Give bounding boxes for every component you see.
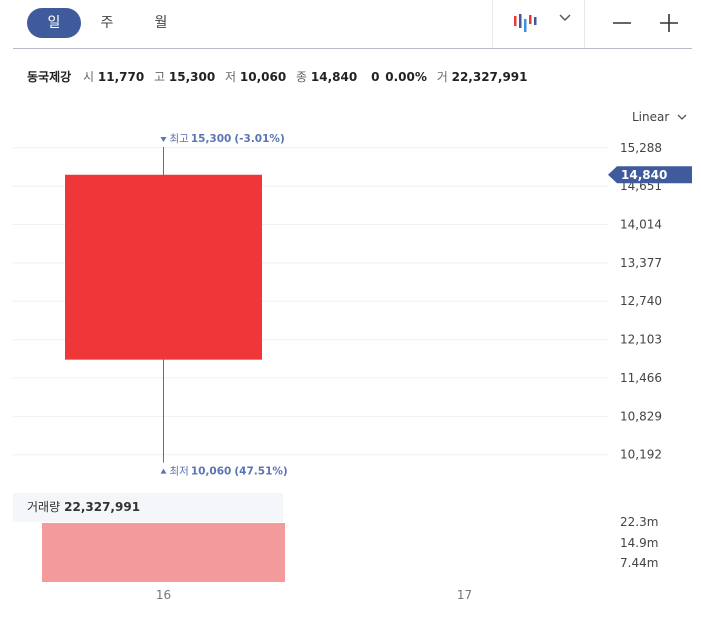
current-price-tag-bg (608, 166, 692, 184)
volume-panel: 거래량 22,327,991 22.3m 14.9m 7.44m (13, 493, 658, 582)
volume-label: 거 (436, 70, 448, 84)
high-marker: 최고 15,300 (-3.01%) (170, 133, 285, 145)
chart-toolbar: 일 주 월 (13, 0, 692, 49)
y-tick-label: 12,740 (620, 294, 662, 308)
current-price-tag: 14,840 (608, 166, 692, 184)
x-axis: 16 17 (156, 588, 472, 602)
high-label: 고 (154, 70, 166, 84)
open-label: 시 (83, 70, 95, 84)
volume-header-bg (13, 493, 283, 522)
high-marker-arrow (160, 137, 167, 143)
volume-header-label: 거래량 (27, 500, 60, 514)
low-marker-value: 10,060 (191, 466, 232, 478)
minus-icon[interactable] (611, 12, 633, 34)
low-marker: 최저 10,060 (47.51%) (170, 466, 288, 478)
change-value: 0 (371, 70, 380, 84)
ohlc-info-row: 동국제강 시 11,770 고 15,300 저 10,060 종 14,840… (27, 68, 532, 85)
open-value: 11,770 (97, 70, 145, 84)
high-marker-value: 15,300 (191, 133, 232, 145)
scale-toggle[interactable]: Linear (632, 110, 687, 124)
current-price-label: 14,840 (621, 168, 667, 182)
volume-tick-label: 14.9m (620, 536, 658, 550)
chart-type-selector[interactable] (492, 0, 585, 48)
low-value: 10,060 (239, 70, 287, 84)
low-label: 저 (225, 70, 237, 84)
close-label: 종 (296, 70, 308, 84)
change-pct: 0.00% (385, 70, 427, 84)
y-tick-label: 10,192 (620, 448, 662, 462)
y-tick-label: 10,829 (620, 409, 662, 423)
y-tick-label: 14,014 (620, 218, 662, 232)
x-tick-label: 17 (457, 588, 472, 602)
x-tick-label: 16 (156, 588, 171, 602)
zoom-controls (584, 0, 693, 48)
close-value: 14,840 (310, 70, 358, 84)
high-value: 15,300 (168, 70, 216, 84)
y-tick-label: 11,466 (620, 371, 662, 385)
y-tick-label: 14,651 (620, 179, 662, 193)
high-marker-label: 최고 (170, 133, 190, 145)
volume-header: 거래량 22,327,991 (27, 500, 140, 514)
low-marker-label: 최저 (170, 466, 189, 478)
low-marker-pct: (47.51%) (234, 466, 287, 478)
candles (65, 147, 262, 463)
tab-month[interactable]: 월 (134, 8, 188, 38)
price-axis: 15,288 14,651 14,014 13,377 12,740 12,103 11,4… (620, 141, 662, 462)
high-marker-pct: (-3.01%) (234, 133, 284, 145)
volume-tick-label: 7.44m (620, 556, 658, 570)
scale-label: Linear (632, 110, 670, 124)
y-tick-label: 13,377 (620, 256, 662, 270)
tab-week[interactable]: 주 (80, 8, 134, 38)
volume-header-value: 22,327,991 (64, 500, 140, 514)
volume-bar (42, 523, 285, 582)
y-tick-label: 15,288 (620, 141, 662, 155)
volume-value: 22,327,991 (451, 70, 528, 84)
extreme-markers: 최고 15,300 (-3.01%) 최저 10,060 (47.51%) (160, 133, 288, 478)
plus-icon[interactable] (658, 12, 680, 34)
chevron-down-icon[interactable] (559, 14, 571, 22)
y-tick-label: 12,103 (620, 333, 662, 347)
candle-body (65, 174, 262, 360)
candlestick-icon[interactable] (513, 12, 537, 34)
price-chart: 15,288 14,651 14,014 13,377 12,740 12,103 11,4… (13, 133, 692, 602)
volume-tick-label: 22.3m (620, 515, 658, 529)
stock-name: 동국제강 (27, 70, 72, 84)
price-grid (13, 147, 608, 456)
low-marker-arrow (160, 468, 167, 474)
tab-day[interactable]: 일 (27, 8, 81, 38)
chevron-down-icon (677, 114, 687, 120)
